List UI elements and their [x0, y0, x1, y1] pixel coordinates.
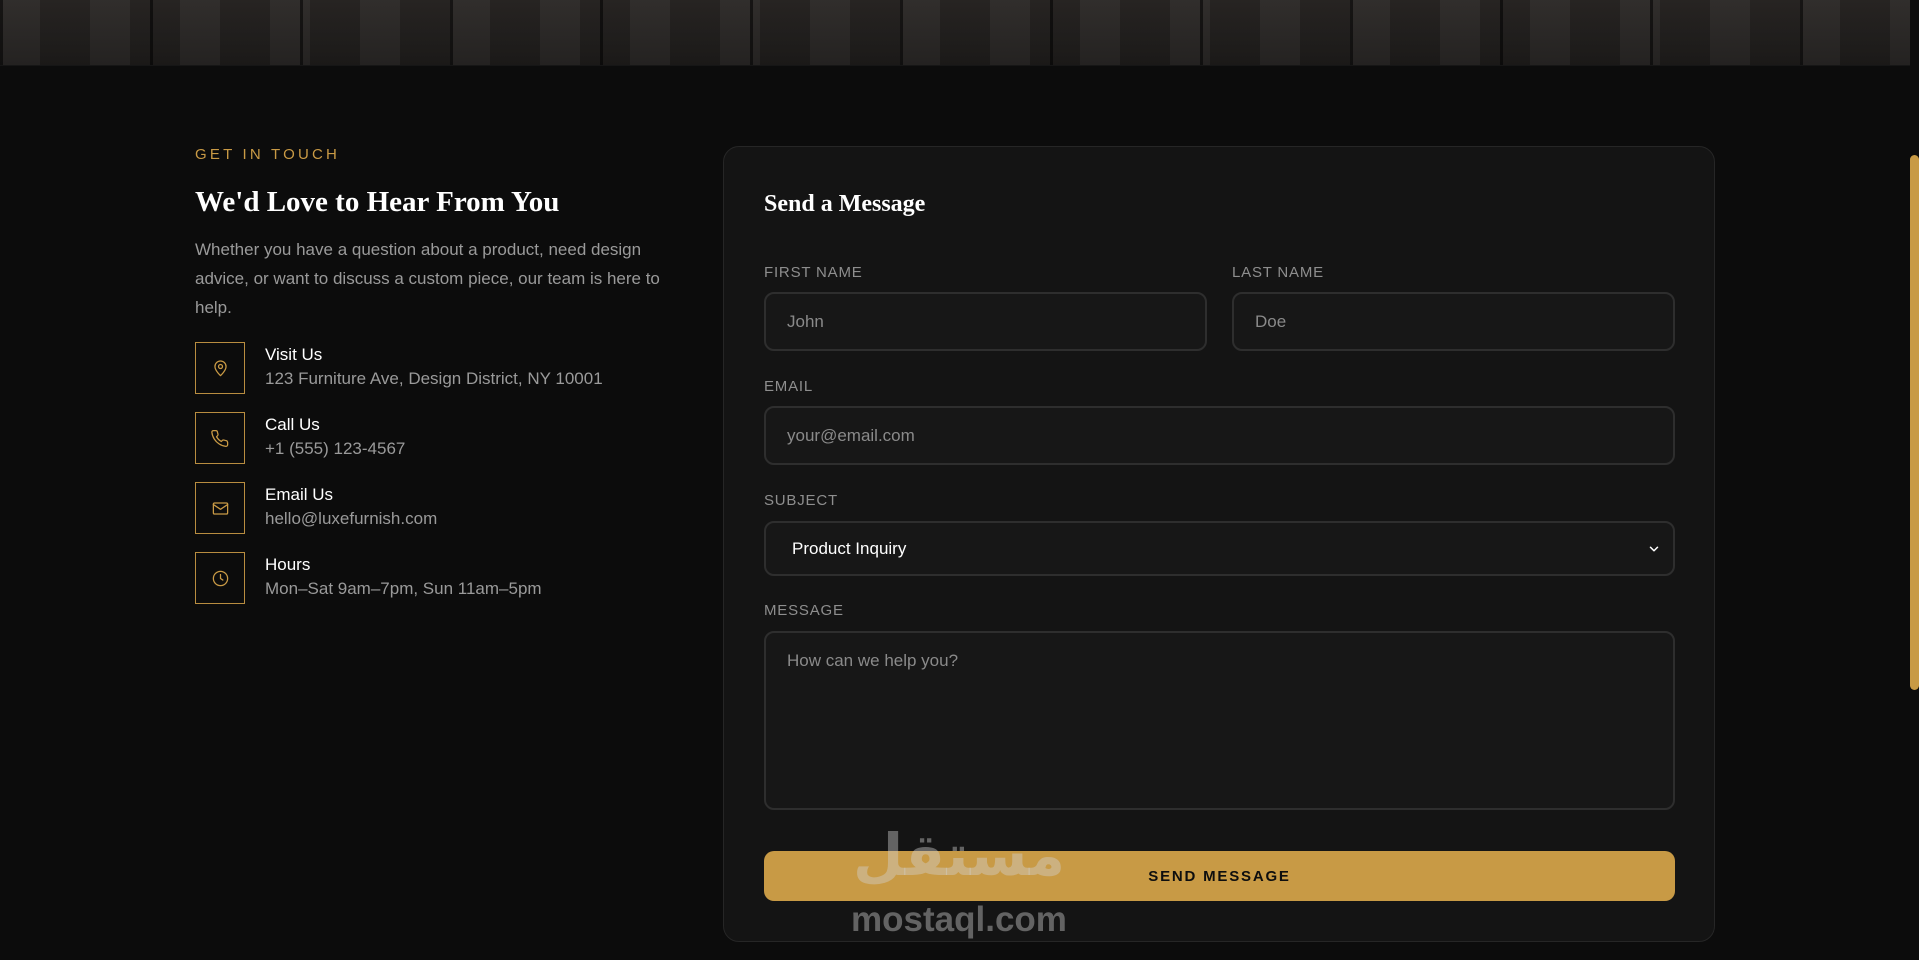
section-heading: We'd Love to Hear From You [195, 186, 560, 218]
scrollbar-thumb[interactable] [1910, 155, 1919, 690]
email-input[interactable] [764, 406, 1675, 465]
message-form-card: Send a Message FIRST NAME LAST NAME EMAI… [723, 146, 1715, 942]
subject-label: SUBJECT [764, 492, 838, 509]
clock-icon [195, 552, 245, 604]
contact-hours: Mon–Sat 9am–7pm, Sun 11am–5pm [265, 579, 542, 598]
first-name-input[interactable] [764, 292, 1207, 351]
send-message-button[interactable]: SEND MESSAGE [764, 851, 1675, 901]
subject-selected-value: Product Inquiry [792, 538, 907, 558]
chevron-down-icon [1649, 546, 1659, 552]
last-name-input[interactable] [1232, 292, 1675, 351]
contact-address: 123 Furniture Ave, Design District, NY 1… [265, 369, 603, 388]
message-textarea[interactable] [764, 631, 1675, 810]
subject-select[interactable]: Product Inquiry [764, 521, 1675, 576]
message-label: MESSAGE [764, 602, 844, 619]
contact-title: Email Us [265, 485, 334, 504]
email-label: EMAIL [764, 378, 814, 395]
location-pin-icon [195, 342, 245, 394]
contact-item-hours: Hours Mon–Sat 9am–7pm, Sun 11am–5pm [195, 552, 675, 604]
contact-phone: +1 (555) 123-4567 [265, 439, 406, 458]
contact-title: Call Us [265, 415, 320, 434]
contact-item-email: Email Us hello@luxefurnish.com [195, 482, 675, 534]
first-name-label: FIRST NAME [764, 264, 863, 281]
contact-title: Hours [265, 555, 311, 574]
form-title: Send a Message [764, 191, 926, 217]
contact-email: hello@luxefurnish.com [265, 509, 438, 528]
hero-banner-image [0, 0, 1919, 66]
section-eyebrow: GET IN TOUCH [195, 146, 341, 163]
contact-title: Visit Us [265, 345, 323, 364]
last-name-label: LAST NAME [1232, 264, 1324, 281]
phone-icon [195, 412, 245, 464]
contact-item-call: Call Us +1 (555) 123-4567 [195, 412, 675, 464]
contact-info-section: GET IN TOUCH We'd Love to Hear From You … [195, 146, 675, 622]
contact-list: Visit Us 123 Furniture Ave, Design Distr… [195, 342, 675, 604]
contact-item-visit: Visit Us 123 Furniture Ave, Design Distr… [195, 342, 675, 394]
section-intro: Whether you have a question about a prod… [195, 240, 660, 317]
mail-icon [195, 482, 245, 534]
